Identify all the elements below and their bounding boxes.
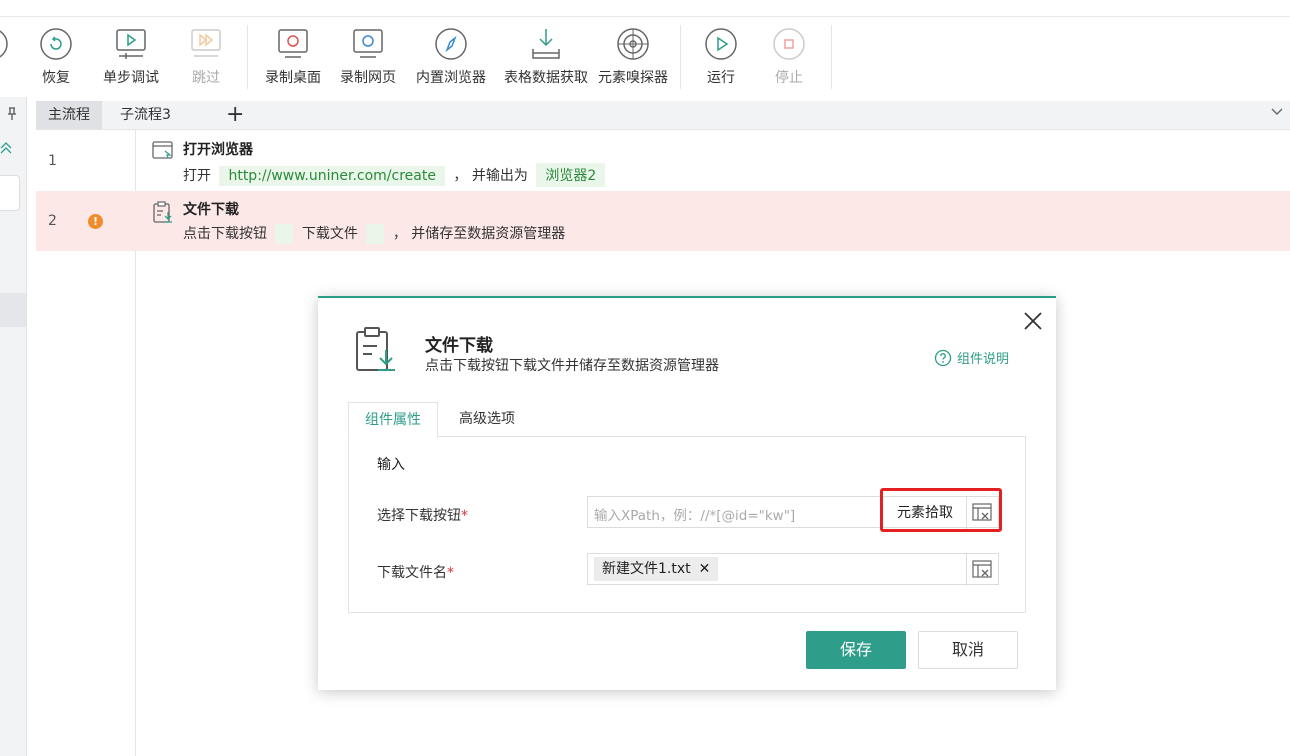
component-help-link[interactable]: 组件说明 [934, 348, 1009, 367]
step-number: 2 [48, 213, 57, 229]
flow-step-row-error[interactable]: 2 ! 文件下载 点击下载按钮 下载文件 ， 并储存至数据资源管理器 [36, 191, 1290, 251]
toolbar-step-debug-label: 单步调试 [103, 70, 159, 86]
pin-icon[interactable] [6, 107, 18, 124]
dialog-title: 文件下载 [425, 336, 493, 356]
left-panel-selected-item[interactable] [0, 293, 26, 327]
step-desc-text: ， 并输出为 [453, 168, 528, 184]
step-description: 打开 http://www.uniner.com/create ， 并输出为 浏… [183, 163, 609, 187]
toolbar-builtin-browser-label: 内置浏览器 [416, 70, 486, 86]
toolbar-table-data-button[interactable]: 表格数据获取 [504, 17, 588, 87]
compass-icon [434, 27, 468, 61]
url-tag: http://www.uniner.com/create [219, 166, 445, 186]
flow-step-row[interactable]: 1 打开浏览器 打开 http://www.uniner.com/create … [36, 130, 1290, 190]
toolbar-restore-label: 恢复 [42, 70, 70, 86]
remove-chip-icon[interactable]: ✕ [699, 561, 711, 577]
toolbar-skip-button[interactable]: 跳过 [164, 17, 248, 87]
toolbar-separator [831, 25, 832, 89]
step-description: 点击下载按钮 下载文件 ， 并储存至数据资源管理器 [183, 223, 565, 244]
filename-chip: 新建文件1.txt ✕ [594, 557, 719, 581]
tab-subflow-3[interactable]: 子流程3 [108, 101, 183, 129]
record-web-icon [351, 27, 385, 61]
step-desc-text: ， 并储存至数据资源管理器 [392, 226, 566, 242]
record-desktop-icon [276, 27, 310, 61]
toolbar-record-desktop-button[interactable]: 录制桌面 [251, 17, 335, 87]
step-title: 打开浏览器 [183, 142, 253, 158]
flow-tab-bar: 主流程 子流程3 + [36, 101, 1290, 130]
toolbar-restore-button[interactable]: 恢复 [14, 17, 98, 87]
download-table-icon [529, 27, 563, 61]
help-link-label: 组件说明 [957, 352, 1010, 367]
redo-icon [39, 27, 73, 61]
step-number: 1 [48, 153, 57, 169]
left-panel-strip [0, 97, 27, 756]
add-tab-button[interactable]: + [226, 101, 244, 129]
open-icon [0, 27, 9, 61]
empty-param-tag [366, 224, 385, 244]
select-download-button-label: 选择下载按钮* [377, 508, 468, 524]
step-title: 文件下载 [183, 202, 239, 218]
radar-icon [616, 27, 650, 61]
tab-list-chevron-icon[interactable] [1270, 104, 1284, 122]
toolbar-table-data-label: 表格数据获取 [504, 70, 588, 86]
xpath-placeholder: 输入XPath，例：//*[@id="kw"] [594, 508, 796, 524]
skip-icon [189, 27, 223, 61]
toolbar-record-desktop-label: 录制桌面 [265, 70, 321, 86]
toolbar-stop-label: 停止 [775, 70, 803, 86]
toolbar-stop-button[interactable]: 停止 [747, 17, 831, 87]
toolbar-builtin-browser-button[interactable]: 内置浏览器 [409, 17, 493, 87]
toolbar-skip-label: 跳过 [192, 70, 220, 86]
stop-icon [772, 27, 806, 61]
expression-fx-icon[interactable] [966, 554, 998, 586]
tab-main-flow[interactable]: 主流程 [36, 101, 102, 129]
help-icon [934, 349, 952, 366]
step-desc-text: 打开 [183, 168, 211, 184]
save-button[interactable]: 保存 [806, 631, 906, 669]
toolbar-record-web-button[interactable]: 录制网页 [326, 17, 410, 87]
play-icon [704, 27, 738, 61]
empty-param-tag [275, 224, 294, 244]
collapse-up-icon[interactable] [0, 141, 14, 159]
highlight-annotation-box [880, 488, 1002, 532]
left-panel-search-box[interactable] [0, 175, 20, 211]
warning-icon: ! [88, 214, 103, 229]
file-download-icon [152, 201, 174, 227]
tab-advanced-options[interactable]: 高级选项 [443, 402, 531, 436]
input-section-title: 输入 [377, 457, 405, 473]
toolbar-record-web-label: 录制网页 [340, 70, 396, 86]
file-download-icon [354, 326, 398, 378]
close-icon[interactable] [1022, 310, 1044, 336]
step-desc-text: 下载文件 [301, 226, 358, 242]
toolbar-element-sniffer-button[interactable]: 元素嗅探器 [591, 17, 675, 87]
browser-window-icon [152, 141, 174, 165]
download-filename-label: 下载文件名* [377, 565, 454, 581]
cancel-button[interactable]: 取消 [918, 631, 1018, 669]
toolbar: 开 恢复 单步调试 跳过 录制桌面 录制网页 内置浏览器 [0, 17, 1290, 97]
tab-component-properties[interactable]: 组件属性 [348, 402, 438, 438]
output-variable-tag: 浏览器2 [536, 163, 606, 187]
step-debug-icon [114, 27, 148, 61]
toolbar-separator [247, 25, 248, 89]
filename-chip-text: 新建文件1.txt [602, 561, 691, 577]
title-strip [0, 0, 1290, 17]
toolbar-element-sniffer-label: 元素嗅探器 [598, 70, 668, 86]
dialog-subtitle: 点击下载按钮下载文件并储存至数据资源管理器 [425, 358, 719, 374]
download-filename-input[interactable]: 新建文件1.txt ✕ [587, 553, 999, 586]
toolbar-step-debug-button[interactable]: 单步调试 [89, 17, 173, 87]
step-desc-text: 点击下载按钮 [183, 226, 267, 242]
